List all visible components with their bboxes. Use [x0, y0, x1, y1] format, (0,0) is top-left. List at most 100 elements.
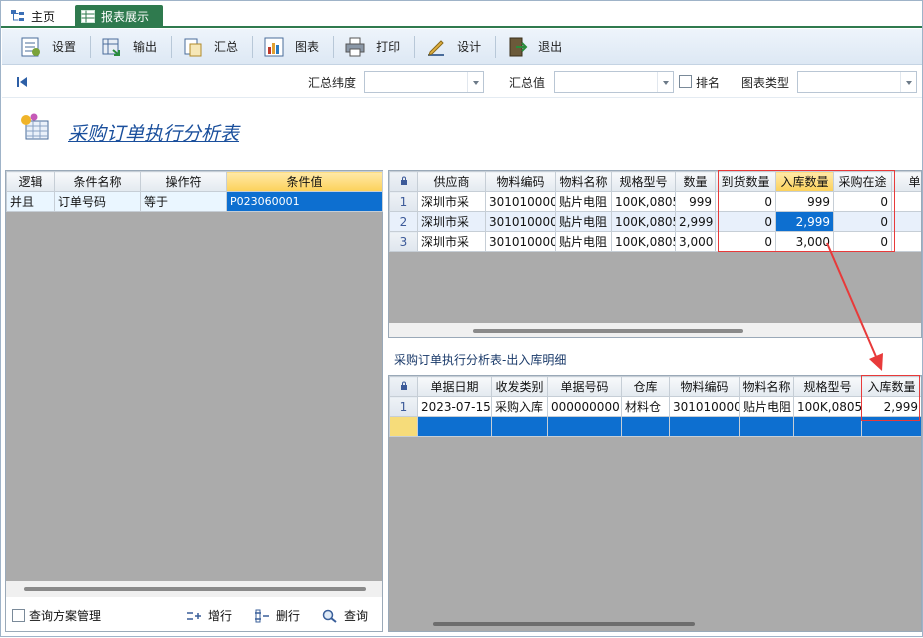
table-cell[interactable]: 100K,0805 — [611, 191, 676, 212]
plan-checkbox[interactable] — [12, 608, 25, 622]
column-header[interactable]: 入库数量 — [775, 171, 834, 192]
table-cell[interactable]: 贴片电阻 — [739, 396, 794, 417]
query-button[interactable]: 查询 — [322, 607, 368, 624]
export-button[interactable]: 输出 — [97, 33, 165, 61]
table-cell[interactable]: 0.8 — [891, 191, 921, 212]
table-cell[interactable]: 100K,0805 — [611, 211, 676, 232]
table-cell[interactable]: 3010100001 — [669, 396, 740, 417]
column-header[interactable]: 规格型号 — [611, 171, 676, 192]
lock-icon[interactable] — [389, 171, 418, 192]
table-row[interactable]: 并且 订单号码 等于 P023060001 — [6, 191, 383, 212]
dimension-select[interactable] — [364, 71, 484, 93]
table-cell[interactable] — [669, 416, 740, 437]
rank-checkbox[interactable] — [679, 75, 692, 88]
table-cell[interactable] — [793, 416, 862, 437]
column-header[interactable]: 入库数量 — [861, 376, 921, 397]
table-cell[interactable]: 999 — [775, 191, 834, 212]
table-cell[interactable] — [491, 416, 548, 437]
summary-value-select[interactable] — [554, 71, 674, 93]
horizontal-scrollbar[interactable] — [6, 581, 382, 597]
column-header[interactable]: 单据号码 — [547, 376, 622, 397]
condition-name-cell[interactable]: 订单号码 — [54, 191, 141, 212]
print-button[interactable]: 打印 — [340, 33, 408, 61]
settings-button[interactable]: 设置 — [16, 33, 84, 61]
chart-type-select[interactable] — [797, 71, 917, 93]
table-cell[interactable]: 2,999 — [675, 211, 716, 232]
table-cell[interactable]: 0 — [833, 231, 892, 252]
table-cell[interactable]: 0 — [833, 211, 892, 232]
tab-home[interactable]: 主页 — [5, 5, 63, 28]
table-cell[interactable]: 0 — [715, 231, 776, 252]
column-header[interactable]: 物料名称 — [739, 376, 794, 397]
table-cell[interactable]: 3,000 — [675, 231, 716, 252]
table-cell[interactable]: 0 — [715, 211, 776, 232]
column-header[interactable]: 采购在途 — [833, 171, 892, 192]
row-number[interactable]: 2 — [389, 211, 418, 232]
horizontal-scrollbar[interactable] — [389, 323, 921, 337]
table-cell[interactable]: 2023-07-15 — [417, 396, 492, 417]
table-cell[interactable]: 材料仓 — [621, 396, 670, 417]
column-header[interactable]: 供应商 — [417, 171, 486, 192]
exit-button[interactable]: 退出 — [502, 33, 570, 61]
column-header[interactable]: 条件名称 — [54, 171, 141, 192]
row-number[interactable]: 3 — [389, 231, 418, 252]
table-cell[interactable]: 0.7 — [891, 211, 921, 232]
table-cell[interactable]: 深圳市采 — [417, 211, 486, 232]
table-cell[interactable]: 贴片电阻 — [555, 231, 612, 252]
column-header[interactable]: 物料编码 — [669, 376, 740, 397]
logic-cell[interactable]: 并且 — [6, 191, 55, 212]
table-cell[interactable]: 3010100001 — [485, 231, 556, 252]
scrollbar-thumb[interactable] — [24, 587, 366, 591]
column-header[interactable]: 规格型号 — [793, 376, 862, 397]
row-number[interactable] — [389, 416, 418, 437]
table-cell[interactable]: 贴片电阻 — [555, 191, 612, 212]
column-header[interactable]: 到货数量 — [715, 171, 776, 192]
table-cell[interactable]: 3010100001 — [485, 211, 556, 232]
table-cell[interactable]: 贴片电阻 — [555, 211, 612, 232]
scrollbar-thumb[interactable] — [473, 329, 743, 333]
table-cell[interactable] — [861, 416, 921, 437]
column-header[interactable]: 数量 — [675, 171, 716, 192]
table-cell[interactable]: 3,000 — [775, 231, 834, 252]
table-cell[interactable] — [621, 416, 670, 437]
table-cell[interactable]: 2,999 — [775, 211, 834, 232]
table-cell[interactable]: 0.4 — [891, 231, 921, 252]
table-cell[interactable]: 0 — [833, 191, 892, 212]
row-number[interactable]: 1 — [389, 191, 418, 212]
column-header[interactable]: 单据日期 — [417, 376, 492, 397]
design-button[interactable]: 设计 — [421, 33, 489, 61]
column-header[interactable]: 操作符 — [140, 171, 227, 192]
table-cell[interactable]: 100K,0805 — [793, 396, 862, 417]
summary-button[interactable]: 汇总 — [178, 33, 246, 61]
table-cell[interactable]: 100K,0805 — [611, 231, 676, 252]
condition-value-cell[interactable]: P023060001 — [226, 191, 383, 212]
chevron-down-icon[interactable] — [657, 72, 673, 92]
column-header[interactable]: 逻辑 — [6, 171, 55, 192]
delete-row-button[interactable]: 删行 — [254, 607, 300, 624]
first-record-icon[interactable] — [16, 76, 28, 88]
table-cell[interactable]: 0000000001 — [547, 396, 622, 417]
table-cell[interactable]: 3010100001 — [485, 191, 556, 212]
table-cell[interactable]: 深圳市采 — [417, 231, 486, 252]
column-header[interactable]: 单价 — [891, 171, 921, 192]
column-header[interactable]: 物料编码 — [485, 171, 556, 192]
table-cell[interactable]: 999 — [675, 191, 716, 212]
table-cell[interactable]: 采购入库 — [491, 396, 548, 417]
column-header[interactable]: 物料名称 — [555, 171, 612, 192]
plan-label[interactable]: 查询方案管理 — [29, 607, 101, 624]
table-cell[interactable] — [417, 416, 492, 437]
chart-button[interactable]: 图表 — [259, 33, 327, 61]
column-header[interactable]: 条件值 — [226, 171, 383, 192]
operator-cell[interactable]: 等于 — [140, 191, 227, 212]
column-header[interactable]: 仓库 — [621, 376, 670, 397]
lock-icon[interactable] — [389, 376, 418, 397]
table-row[interactable]: 3深圳市采3010100001贴片电阻100K,08053,00003,0000… — [389, 231, 921, 252]
table-row[interactable]: 12023-07-15采购入库0000000001材料仓3010100001贴片… — [389, 396, 921, 417]
column-header[interactable]: 收发类别 — [491, 376, 548, 397]
add-row-button[interactable]: 增行 — [186, 607, 232, 624]
chevron-down-icon[interactable] — [467, 72, 483, 92]
scrollbar-thumb[interactable] — [433, 622, 695, 626]
table-cell[interactable]: 深圳市采 — [417, 191, 486, 212]
tab-report[interactable]: 报表展示 — [75, 5, 163, 28]
table-cell[interactable]: 0 — [715, 191, 776, 212]
